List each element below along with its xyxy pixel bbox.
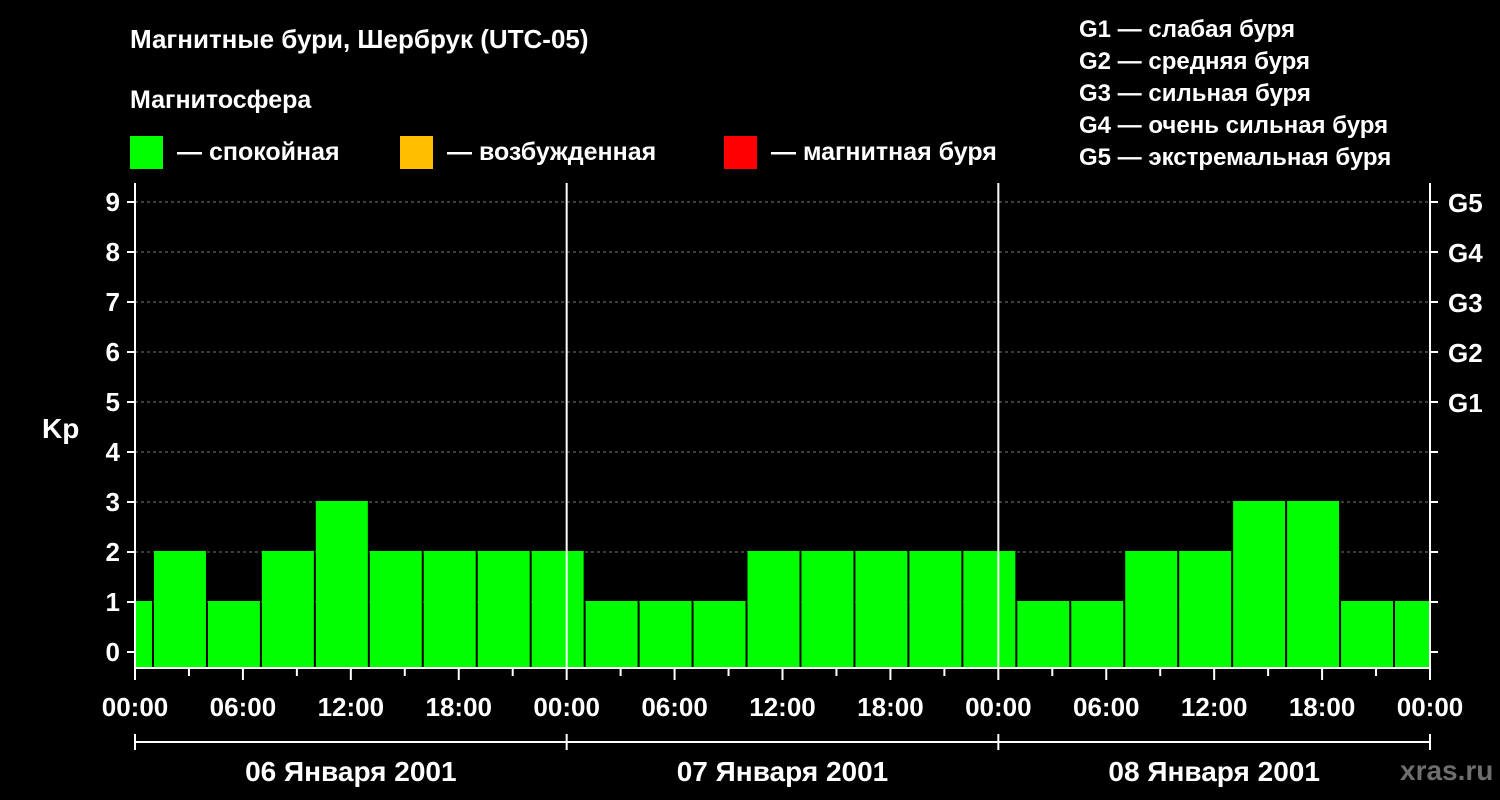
kp-bar bbox=[585, 601, 638, 668]
kp-bar bbox=[1179, 551, 1232, 668]
y-tick-label: 9 bbox=[106, 187, 120, 217]
kp-bar bbox=[693, 601, 746, 668]
x-tick-label: 06:00 bbox=[210, 692, 277, 722]
x-tick-label: 06:00 bbox=[641, 692, 708, 722]
g-scale-label: G1 bbox=[1448, 388, 1483, 418]
x-tick-label: 18:00 bbox=[426, 692, 493, 722]
y-tick-label: 3 bbox=[106, 487, 120, 517]
kp-bar bbox=[531, 551, 584, 668]
x-tick-label: 18:00 bbox=[857, 692, 924, 722]
y-tick-label: 1 bbox=[106, 587, 120, 617]
day-label: 07 Января 2001 bbox=[677, 756, 889, 787]
x-tick-label: 00:00 bbox=[533, 692, 600, 722]
x-tick-label: 00:00 bbox=[965, 692, 1032, 722]
watermark: xras.ru bbox=[1400, 755, 1494, 786]
kp-bar bbox=[1125, 551, 1178, 668]
kp-bar bbox=[1071, 601, 1124, 668]
kp-bar bbox=[207, 601, 260, 668]
y-tick-label: 2 bbox=[106, 537, 120, 567]
y-tick-label: 6 bbox=[106, 337, 120, 367]
x-tick-label: 00:00 bbox=[1397, 692, 1464, 722]
x-tick-label: 18:00 bbox=[1289, 692, 1356, 722]
g-scale-label: G5 bbox=[1448, 188, 1483, 218]
kp-bar bbox=[477, 551, 530, 668]
x-tick-label: 12:00 bbox=[1181, 692, 1248, 722]
y-tick-label: 5 bbox=[106, 387, 120, 417]
x-tick-label: 06:00 bbox=[1073, 692, 1140, 722]
x-tick-label: 00:00 bbox=[102, 692, 169, 722]
x-tick-label: 12:00 bbox=[318, 692, 385, 722]
g-scale-label: G4 bbox=[1448, 238, 1483, 268]
kp-bar bbox=[801, 551, 854, 668]
x-tick-label: 12:00 bbox=[749, 692, 816, 722]
kp-bar bbox=[855, 551, 908, 668]
kp-bar bbox=[423, 551, 476, 668]
kp-bar bbox=[1341, 601, 1394, 668]
kp-bar bbox=[261, 551, 314, 668]
y-tick-label: 0 bbox=[106, 637, 120, 667]
g-scale-label: G2 bbox=[1448, 338, 1483, 368]
kp-bar bbox=[153, 551, 206, 668]
kp-bar bbox=[315, 501, 368, 668]
kp-bar bbox=[1233, 501, 1286, 668]
kp-bar bbox=[135, 601, 152, 668]
y-tick-label: 8 bbox=[106, 237, 120, 267]
y-tick-label: 4 bbox=[106, 437, 121, 467]
kp-bar bbox=[639, 601, 692, 668]
kp-bar bbox=[963, 551, 1016, 668]
y-axis-label: Kp bbox=[42, 413, 79, 444]
kp-bar bbox=[747, 551, 800, 668]
kp-bar bbox=[369, 551, 422, 668]
day-label: 06 Января 2001 bbox=[245, 756, 457, 787]
kp-bar bbox=[1287, 501, 1340, 668]
kp-chart: 0 1 2 3 4 5 6 7 8 9 G1 G2 G3 G4 G5 Kp 00:00 06:00 12:00 18:… bbox=[42, 183, 1483, 787]
kp-bar bbox=[1395, 601, 1429, 668]
kp-bar bbox=[909, 551, 962, 668]
day-label: 08 Января 2001 bbox=[1108, 756, 1320, 787]
g-scale-label: G3 bbox=[1448, 288, 1483, 318]
kp-bar bbox=[1017, 601, 1070, 668]
y-tick-label: 7 bbox=[106, 287, 120, 317]
